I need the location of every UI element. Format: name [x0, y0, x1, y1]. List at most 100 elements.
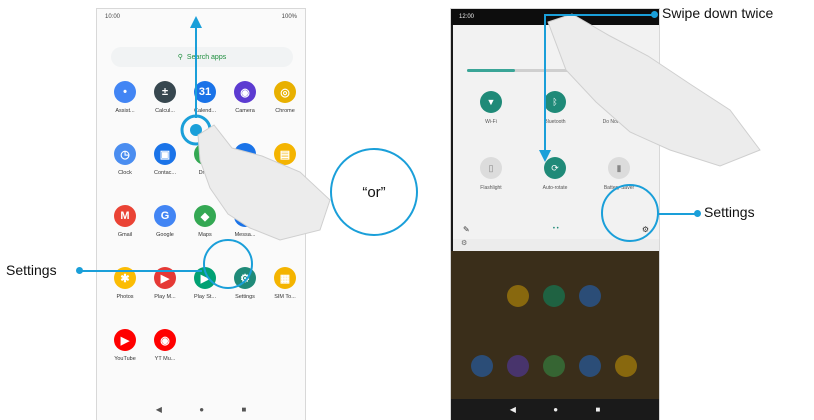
- page-indicator: • •: [552, 226, 559, 232]
- settings-gear-icon[interactable]: ⚙: [642, 225, 649, 234]
- app-label: Contac...: [153, 170, 176, 176]
- app-label: Photos: [116, 294, 134, 300]
- app-icon: ◎: [274, 81, 296, 103]
- recents-button[interactable]: ■: [241, 405, 246, 414]
- app-label: Play M...: [154, 294, 176, 300]
- dim-app-icon: [507, 285, 529, 307]
- app-icon: M: [114, 205, 136, 227]
- dim-app-icon: [543, 355, 565, 377]
- app-icon: G: [154, 205, 176, 227]
- home-button[interactable]: ●: [553, 405, 558, 414]
- app-gmail[interactable]: M Gmail: [105, 205, 145, 238]
- app-chrome[interactable]: ◎ Chrome: [265, 81, 305, 114]
- tile-label: Wi-Fi: [485, 119, 497, 125]
- app-icon: ✆: [274, 205, 296, 227]
- notification-strip: ⚙: [453, 239, 659, 251]
- app-google[interactable]: G Google: [145, 205, 185, 238]
- app-maps[interactable]: ◆ Maps: [185, 205, 225, 238]
- status-bar: 12:00: [451, 9, 659, 25]
- app-clock[interactable]: ◷ Clock: [105, 143, 145, 176]
- app-label: Messa...: [234, 232, 256, 238]
- back-button[interactable]: ◀: [510, 405, 516, 414]
- app-icon: 31: [194, 81, 216, 103]
- app-calcul[interactable]: ± Calcul...: [145, 81, 185, 114]
- app-drive[interactable]: △ Drive: [185, 143, 225, 176]
- recents-button[interactable]: ■: [595, 405, 600, 414]
- dim-app-icon: [579, 355, 601, 377]
- dim-app-icon: [543, 285, 565, 307]
- quick-settings-footer: ✎ • • ⚙: [453, 219, 659, 239]
- app-icon: ±: [154, 81, 176, 103]
- app-icon: ▶: [234, 143, 256, 165]
- status-time: 10:00: [105, 14, 121, 20]
- app-label: Phone: [277, 232, 293, 238]
- tile-label: Auto-rotate: [542, 185, 568, 191]
- app-playst[interactable]: ▶ Play St...: [185, 267, 225, 300]
- tile-icon: ▯: [480, 157, 502, 179]
- navigation-bar: ◀ ● ■: [97, 398, 305, 420]
- app-icon: •: [114, 81, 136, 103]
- app-calend[interactable]: 31 Calend...: [185, 81, 225, 114]
- dim-app-icon: [615, 355, 637, 377]
- callout-settings-left: Settings: [6, 262, 57, 278]
- app-icon: ◆: [194, 205, 216, 227]
- app-assist[interactable]: • Assist...: [105, 81, 145, 114]
- app-icon: ▤: [274, 143, 296, 165]
- tile-bluetooth[interactable]: ᛒ Bluetooth: [525, 91, 585, 125]
- app-label: Drive: [198, 170, 212, 176]
- app-youtube[interactable]: ▶ YouTube: [105, 329, 145, 362]
- tile-icon: ᛒ: [544, 91, 566, 113]
- app-icon: ◷: [114, 143, 136, 165]
- app-files[interactable]: ▤ Files: [265, 143, 305, 176]
- app-messa[interactable]: ▭ Messa...: [225, 205, 265, 238]
- app-ytmu[interactable]: ◉ YT Mu...: [145, 329, 185, 362]
- status-bar: 10:00 100%: [97, 9, 305, 25]
- tile-label: Battery Saver: [603, 185, 635, 191]
- callout-swipe-down: Swipe down twice: [662, 5, 774, 21]
- app-label: SIM To...: [274, 294, 296, 300]
- dim-app-icon: [507, 355, 529, 377]
- edit-icon[interactable]: ✎: [463, 225, 470, 234]
- app-icon: △: [194, 143, 216, 165]
- tile-autorotate[interactable]: ⟳ Auto-rotate: [525, 157, 585, 191]
- app-icon: ⚙: [234, 267, 256, 289]
- app-playm[interactable]: ▶ Play M...: [145, 267, 185, 300]
- tile-icon: ▮: [608, 157, 630, 179]
- app-label: Gmail: [117, 232, 133, 238]
- callout-dot: [694, 210, 701, 217]
- tile-label: Flashlight: [480, 185, 502, 191]
- home-screen-background: [451, 251, 659, 399]
- tile-label: Do Not Disturb: [602, 119, 636, 125]
- app-icon: ▭: [234, 205, 256, 227]
- home-button[interactable]: ●: [199, 405, 204, 414]
- app-camera[interactable]: ◉ Camera: [225, 81, 265, 114]
- tile-flashlight[interactable]: ▯ Flashlight: [461, 157, 521, 191]
- status-time: 12:00: [459, 14, 475, 20]
- brightness-slider[interactable]: [467, 69, 637, 72]
- or-divider: “or”: [330, 148, 418, 236]
- app-icon: ▶: [114, 329, 136, 351]
- search-apps-bar[interactable]: ⚲ Search apps: [111, 47, 293, 67]
- tile-donotdisturb[interactable]: ⊖ Do Not Disturb: [589, 91, 649, 125]
- app-icon: ◉: [234, 81, 256, 103]
- app-label: Play St...: [193, 294, 216, 300]
- or-text: “or”: [362, 183, 386, 201]
- app-phone[interactable]: ✆ Phone: [265, 205, 305, 238]
- app-label: Maps: [198, 232, 212, 238]
- app-simto[interactable]: ▦ SIM To...: [265, 267, 305, 300]
- app-contac[interactable]: ▣ Contac...: [145, 143, 185, 176]
- app-duo[interactable]: ▶ Duo: [225, 143, 265, 176]
- status-battery: 100%: [281, 14, 297, 20]
- app-photos[interactable]: ✱ Photos: [105, 267, 145, 300]
- dim-app-icon: [579, 285, 601, 307]
- tile-wifi[interactable]: ▼ Wi-Fi: [461, 91, 521, 125]
- app-drawer-screen: 10:00 100% ⚲ Search apps • Assist... ± Calc…: [96, 8, 306, 420]
- app-label: YouTube: [114, 356, 136, 362]
- back-button[interactable]: ◀: [156, 405, 162, 414]
- tile-batterysaver[interactable]: ▮ Battery Saver: [589, 157, 649, 191]
- app-settings[interactable]: ⚙ Settings: [225, 267, 265, 300]
- app-icon: ▣: [154, 143, 176, 165]
- app-label: Assist...: [115, 108, 135, 114]
- tile-icon: ▼: [480, 91, 502, 113]
- app-label: YT Mu...: [154, 356, 176, 362]
